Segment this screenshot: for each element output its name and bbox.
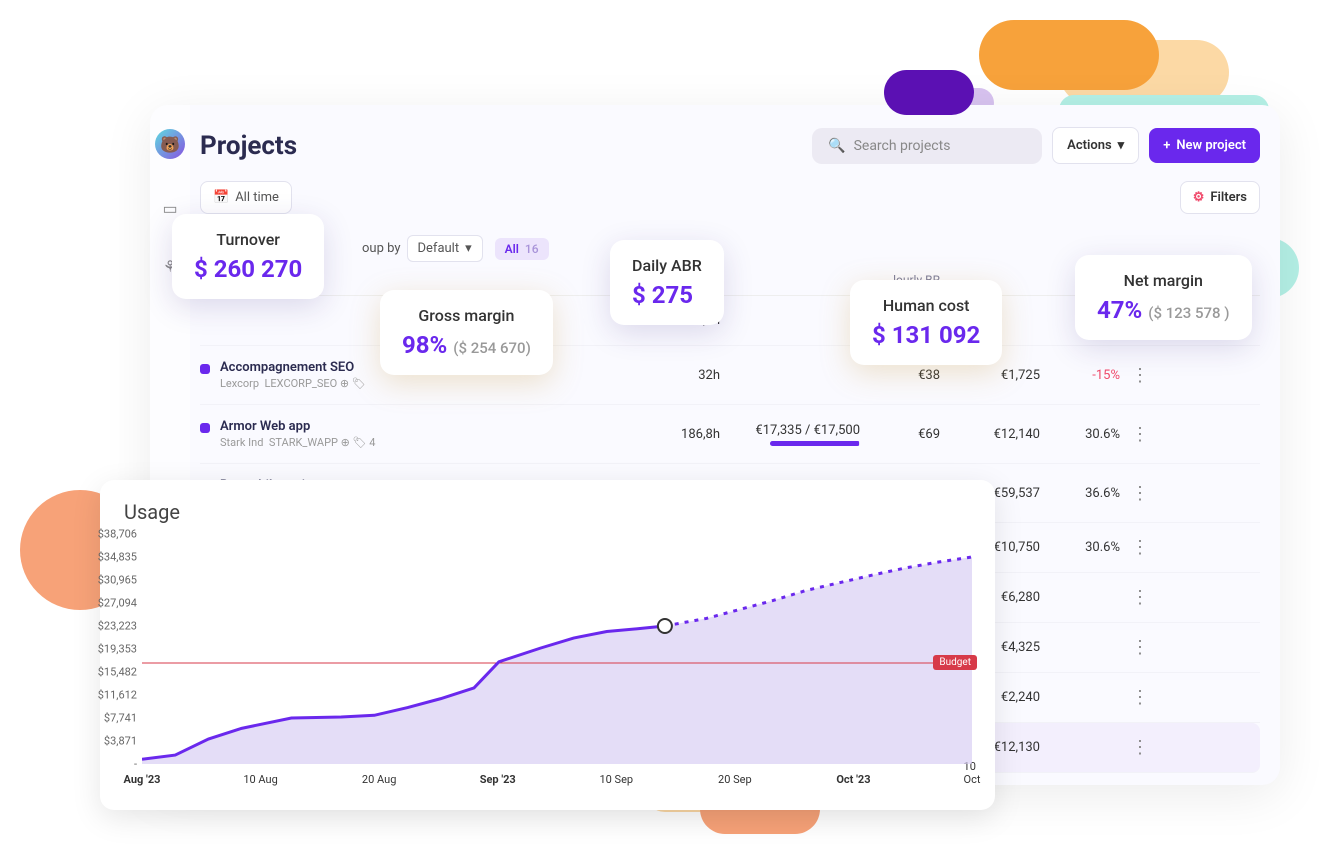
metric-turnover: Turnover $ 260 270 — [172, 214, 324, 299]
project-color-dot — [200, 364, 210, 374]
filter-pill-all[interactable]: All 16 — [495, 238, 549, 260]
row-more-button[interactable]: ⋮ — [1120, 365, 1160, 386]
metric-gross-margin: Gross margin 98% ($ 254 670) — [380, 290, 553, 375]
search-input[interactable]: 🔍 Search projects — [812, 128, 1042, 164]
metric-net-margin: Net margin 47% ($ 123 578 ) — [1075, 255, 1252, 340]
row-more-button[interactable]: ⋮ — [1120, 483, 1160, 504]
project-color-dot — [200, 423, 210, 433]
calendar-icon[interactable]: ▭ — [161, 199, 179, 217]
toolbar: 📅 All time ⚙ Filters — [200, 181, 1260, 214]
row-more-button[interactable]: ⋮ — [1120, 687, 1160, 708]
page-title: Projects — [200, 131, 297, 161]
row-more-button[interactable]: ⋮ — [1120, 737, 1160, 758]
date-range-button[interactable]: 📅 All time — [200, 181, 292, 214]
row-more-button[interactable]: ⋮ — [1120, 537, 1160, 558]
filter-icon: ⚙ — [1193, 190, 1205, 205]
metric-human-cost: Human cost $ 131 092 — [850, 280, 1002, 365]
new-project-button[interactable]: + New project — [1149, 128, 1260, 163]
metric-daily-abr: Daily ABR $ 275 — [610, 240, 724, 325]
usage-chart: -$3,871$7,741$11,612$15,482$19,353$23,22… — [142, 534, 972, 764]
header: Projects 🔍 Search projects Actions ▾ + N… — [200, 127, 1260, 164]
app-logo[interactable]: 🐻 — [155, 129, 185, 159]
chevron-down-icon: ▾ — [1118, 138, 1125, 153]
row-more-button[interactable]: ⋮ — [1120, 637, 1160, 658]
search-icon: 🔍 — [828, 138, 845, 154]
chart-title: Usage — [124, 500, 971, 524]
table-row[interactable]: Armor Web appStark Ind STARK_WAPP ⊕ 🏷 41… — [200, 405, 1260, 464]
calendar-icon: 📅 — [213, 190, 229, 205]
row-more-button[interactable]: ⋮ — [1120, 587, 1160, 608]
budget-label: Budget — [933, 655, 977, 670]
actions-button[interactable]: Actions ▾ — [1052, 127, 1139, 164]
usage-chart-card: Usage -$3,871$7,741$11,612$15,482$19,353… — [100, 480, 995, 810]
search-placeholder: Search projects — [854, 138, 951, 154]
group-by-select[interactable]: oup by Default ▾ — [362, 235, 483, 262]
plus-icon: + — [1163, 138, 1170, 153]
row-more-button[interactable]: ⋮ — [1120, 424, 1160, 445]
chevron-down-icon: ▾ — [465, 241, 472, 256]
filters-button[interactable]: ⚙ Filters — [1180, 181, 1260, 214]
table-row[interactable]: Accompagnement SEOLexcorp LEXCORP_SEO ⊕ … — [200, 346, 1260, 405]
